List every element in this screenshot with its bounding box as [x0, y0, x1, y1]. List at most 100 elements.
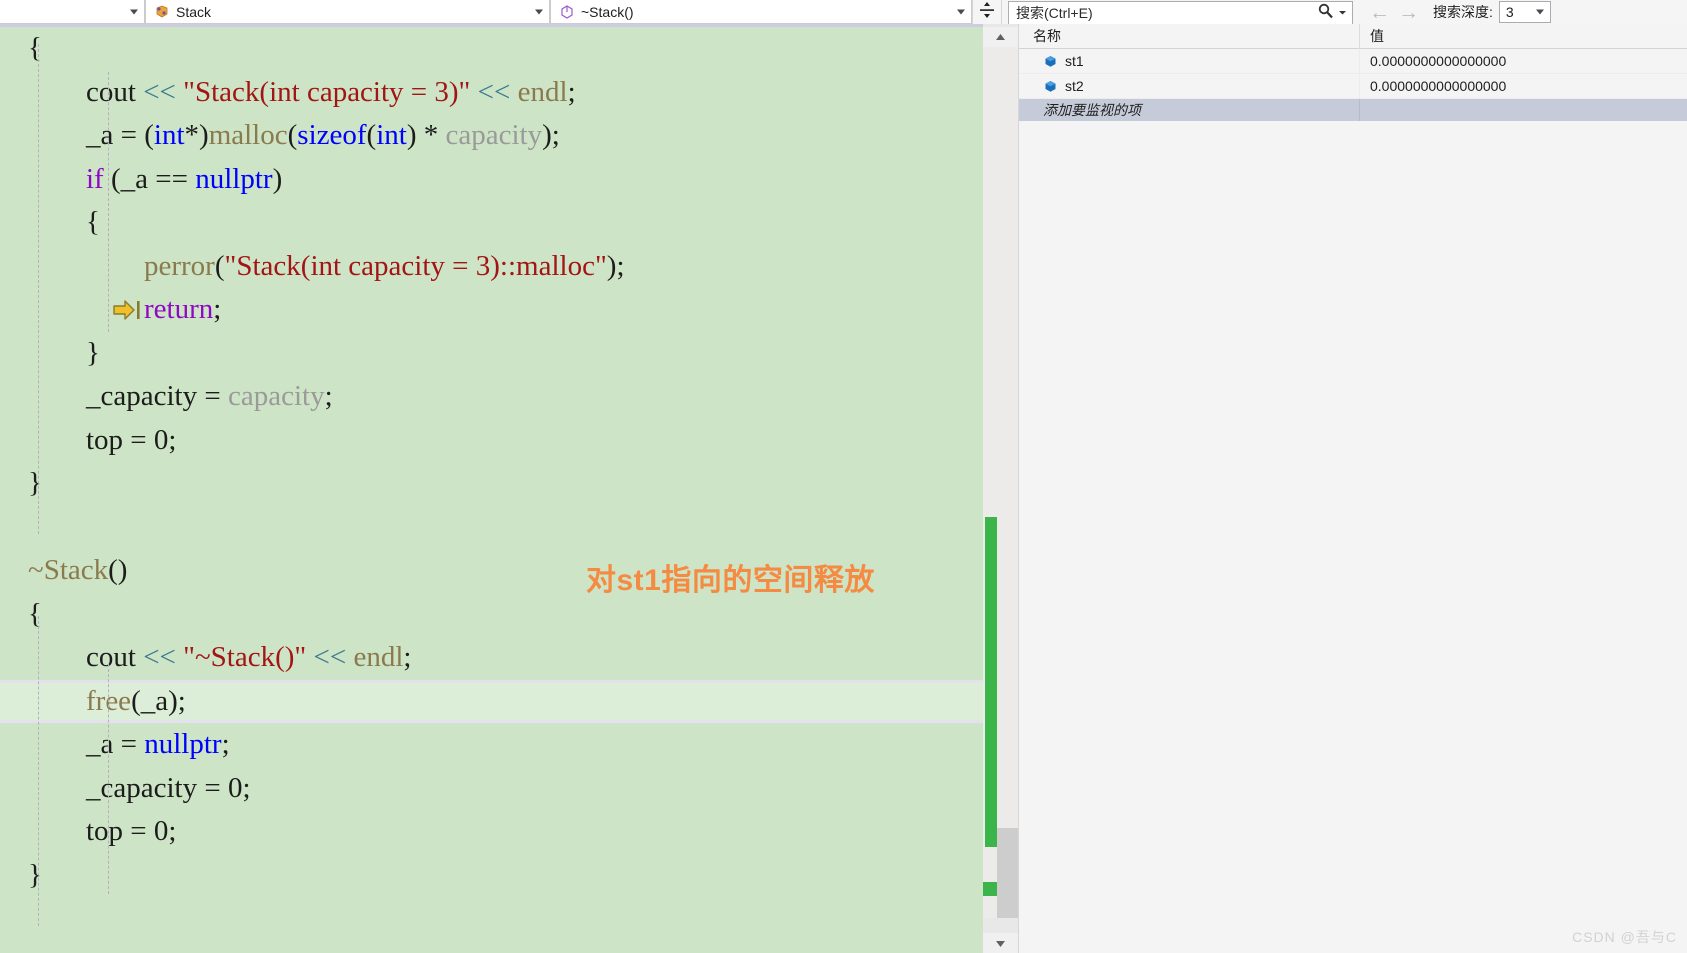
code-line[interactable]: cout << "~Stack()" << endl;: [0, 636, 983, 680]
code-token: <<: [313, 641, 347, 673]
code-token: }: [28, 858, 42, 891]
code-token: );: [542, 119, 560, 151]
code-line[interactable]: if (_a == nullptr): [0, 158, 983, 202]
watch-row-name-cell[interactable]: st1: [1019, 48, 1360, 74]
code-line[interactable]: _capacity = capacity;: [0, 375, 983, 419]
code-line[interactable]: return;: [0, 288, 983, 332]
scrollbar-thumb[interactable]: [997, 828, 1018, 918]
arrow-right-icon[interactable]: →: [1398, 2, 1419, 23]
watch-row-value[interactable]: 0.0000000000000000: [1360, 53, 1687, 69]
scrollbar-change-marker-bottom: [983, 882, 997, 896]
code-line[interactable]: cout << "Stack(int capacity = 3)" << end…: [0, 71, 983, 115]
code-line-content: {: [28, 598, 42, 630]
code-line[interactable]: [0, 506, 983, 550]
code-token: cout: [86, 75, 144, 108]
chevron-up-icon: [996, 33, 1005, 40]
code-line[interactable]: top = 0;: [0, 419, 983, 463]
search-depth-combo[interactable]: 3: [1498, 1, 1551, 23]
code-line[interactable]: }: [0, 332, 983, 376]
code-line[interactable]: {: [0, 593, 983, 637]
code-line-content: _capacity = capacity;: [28, 380, 333, 412]
code-token: (_a);: [131, 684, 186, 717]
code-line[interactable]: }: [0, 462, 983, 506]
search-depth-value: 3: [1505, 4, 1514, 20]
code-token: ;: [221, 728, 230, 760]
scrollbar-track[interactable]: [983, 47, 1018, 918]
code-token: nullptr: [144, 728, 222, 760]
watch-row-value[interactable]: 0.0000000000000000: [1360, 78, 1687, 94]
member-selector-label: ~Stack(): [581, 3, 634, 20]
search-depth-label: 搜索深度:: [1433, 4, 1493, 20]
code-line[interactable]: free(_a);: [0, 679, 983, 723]
code-token: }: [86, 336, 100, 369]
search-input-container[interactable]: 搜索(Ctrl+E): [1008, 1, 1353, 25]
method-icon: [559, 4, 575, 20]
code-token: ): [272, 162, 283, 195]
scroll-down-button[interactable]: [983, 933, 1018, 953]
code-token: capacity: [227, 380, 325, 412]
code-line[interactable]: {: [0, 201, 983, 245]
code-token: (: [287, 119, 298, 151]
search-options-chevron-down-icon[interactable]: [1338, 4, 1347, 22]
scroll-up-button[interactable]: [983, 27, 1018, 47]
code-token: );: [606, 249, 625, 282]
code-token: {: [86, 206, 100, 238]
code-line[interactable]: _a = nullptr;: [0, 723, 983, 767]
watch-row-name-cell[interactable]: st2: [1019, 73, 1360, 99]
arrow-left-icon[interactable]: ←: [1369, 2, 1390, 23]
watch-column-name[interactable]: 名称: [1019, 23, 1360, 49]
code-line[interactable]: }: [0, 854, 983, 898]
search-icon[interactable]: [1317, 2, 1335, 25]
code-line[interactable]: {: [0, 27, 983, 71]
code-line-content: if (_a == nullptr): [28, 163, 282, 195]
code-token: (: [366, 119, 377, 151]
code-token: <<: [143, 75, 176, 108]
indent-guide: [38, 616, 39, 926]
code-line[interactable]: _capacity = 0;: [0, 767, 983, 811]
code-line[interactable]: perror("Stack(int capacity = 3)::malloc"…: [0, 245, 983, 289]
editor-vertical-scrollbar[interactable]: [983, 24, 1018, 953]
watch-column-value[interactable]: 值: [1360, 24, 1687, 49]
code-token: top = 0;: [86, 423, 177, 456]
watch-add-placeholder[interactable]: 添加要监视的项: [1019, 99, 1360, 121]
split-view-button[interactable]: [972, 0, 1002, 24]
highlight-top-border: [0, 679, 983, 683]
chevron-down-icon: [1535, 9, 1544, 15]
code-token: ;: [403, 641, 412, 673]
code-token: <<: [143, 641, 176, 673]
code-token: cout: [86, 641, 144, 673]
code-line[interactable]: top = 0;: [0, 810, 983, 854]
member-selector-combo[interactable]: ~Stack(): [550, 0, 972, 24]
code-token: endl: [517, 75, 568, 108]
code-token: _a = (: [86, 119, 154, 151]
project-selector-combo[interactable]: [0, 0, 145, 24]
search-icon-group: [1317, 2, 1347, 25]
code-token: {: [28, 597, 42, 630]
class-selector-combo[interactable]: Stack: [145, 0, 550, 24]
current-statement-arrow-icon[interactable]: [112, 298, 146, 322]
code-line[interactable]: _a = (int*)malloc(sizeof(int) * capacity…: [0, 114, 983, 158]
code-token: ) *: [406, 119, 446, 151]
code-token: sizeof: [297, 119, 367, 151]
code-editor[interactable]: {cout << "Stack(int capacity = 3)" << en…: [0, 24, 983, 953]
search-input[interactable]: 搜索(Ctrl+E): [1016, 3, 1093, 23]
code-token: ;: [324, 380, 333, 412]
watch-row[interactable]: st1 0.0000000000000000: [1019, 48, 1687, 74]
variable-icon: [1043, 79, 1058, 94]
code-token: int: [153, 119, 185, 151]
watch-header-row: 名称 值: [1019, 23, 1687, 49]
watch-row-name: st2: [1065, 78, 1084, 94]
code-token: *): [184, 119, 209, 151]
watch-row[interactable]: st2 0.0000000000000000: [1019, 73, 1687, 99]
watch-add-value-cell[interactable]: [1360, 99, 1687, 121]
code-token: perror: [144, 249, 215, 282]
code-token: endl: [353, 641, 404, 673]
code-line-content: ~Stack(): [28, 554, 127, 586]
code-token: "Stack(int capacity = 3)::malloc": [224, 249, 607, 282]
watch-add-row[interactable]: 添加要监视的项: [1019, 99, 1687, 121]
variable-icon: [1043, 54, 1058, 69]
indent-guide: [108, 664, 109, 894]
code-token: (: [214, 249, 225, 282]
